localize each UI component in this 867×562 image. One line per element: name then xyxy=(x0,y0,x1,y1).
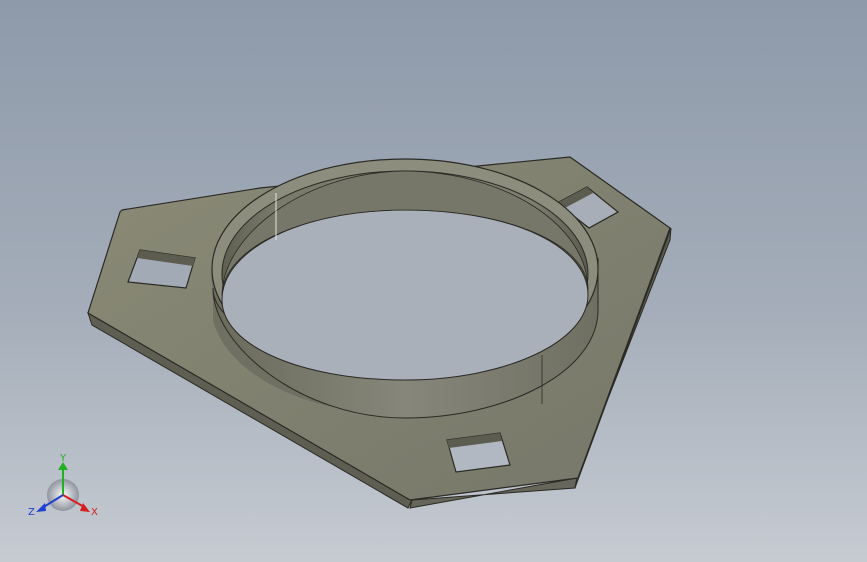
bearing-housing-ring[interactable] xyxy=(211,158,600,419)
axis-z-label: Z xyxy=(28,507,35,518)
coordinate-triad[interactable]: Y X Z xyxy=(28,453,98,518)
axis-y-label: Y xyxy=(59,453,67,464)
mounting-hole-bottom[interactable] xyxy=(446,432,511,473)
graphics-viewport[interactable]: Y X Z xyxy=(0,0,867,562)
model-view[interactable]: Y X Z xyxy=(0,0,867,562)
axis-x-label: X xyxy=(91,507,98,518)
